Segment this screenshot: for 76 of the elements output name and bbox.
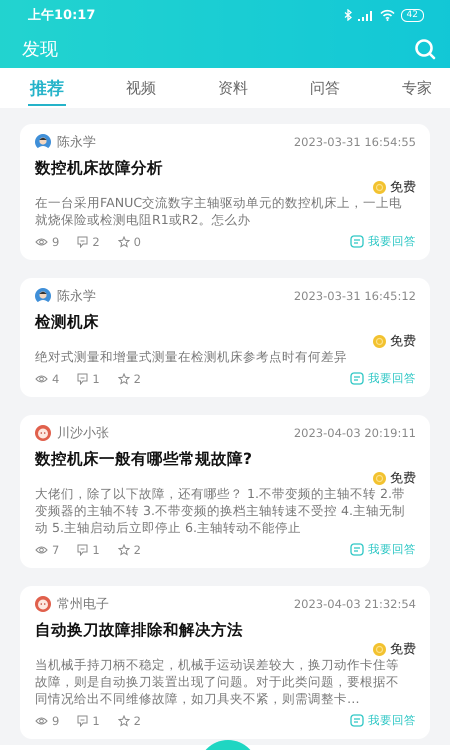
post-title: 数控机床故障分析 xyxy=(35,158,164,179)
post-description: 当机械手持刀柄不稳定，机械手运动误差较大，换刀动作卡住等故障，则是自动换刀装置出现了问题。对于此类问题，要根据不同情况给出不同维修故障，如刀具夹不紧，则需调整卡… xyxy=(35,656,400,707)
coin-icon xyxy=(373,642,386,656)
stat-count: 9 xyxy=(52,234,60,248)
answer-label: 我要回答 xyxy=(368,713,416,728)
comment-icon xyxy=(77,544,88,556)
avatar-icon xyxy=(35,596,51,612)
answer-label: 我要回答 xyxy=(368,234,416,249)
star-icon xyxy=(118,236,130,248)
comment-icon xyxy=(77,714,88,726)
status-time: 上午10:17 xyxy=(28,7,96,24)
stat-count: 9 xyxy=(52,714,60,728)
stat-count: 4 xyxy=(52,372,60,386)
post-title: 检测机床 xyxy=(35,312,100,333)
post-description: 大佬们，除了以下故障，还有哪些？ 1.不带变频的主轴不转 2.带变频器的主轴不转 3.不带变频的换档主轴转速不受控 4.主轴无制动 5.主轴启动后立即停止 6.主轴转动不能停止 xyxy=(35,485,406,536)
eye-icon xyxy=(35,374,48,384)
author-name: 陈永学 xyxy=(57,288,96,305)
comment-icon xyxy=(77,236,88,248)
post-time: 2023-04-03 20:19:11 xyxy=(294,426,416,440)
post-time: 2023-03-31 16:54:55 xyxy=(294,135,416,149)
coin-icon xyxy=(373,334,386,348)
author-name: 陈永学 xyxy=(57,134,96,151)
coin-icon xyxy=(373,472,386,484)
post-title: 数控机床一般有哪些常规故障? xyxy=(35,449,253,470)
battery-level: 42 xyxy=(400,8,424,22)
bluetooth-icon xyxy=(344,9,352,21)
eye-icon xyxy=(35,544,48,554)
price-label: 免费 xyxy=(390,333,416,350)
category-tab[interactable]: 专家 xyxy=(400,72,434,104)
category-tab[interactable]: 视频 xyxy=(124,72,158,104)
stat-count: 1 xyxy=(92,542,100,556)
price-label: 免费 xyxy=(390,179,416,196)
post-time: 2023-03-31 16:45:12 xyxy=(294,289,416,303)
page-title: 发现 xyxy=(22,38,58,61)
post-description: 在一台采用FANUC交流数字主轴驱动单元的数控机床上，一上电就烧保险或检测电阻R1或R2。怎么办 xyxy=(35,194,404,228)
avatar-icon xyxy=(35,288,51,304)
price-label: 免费 xyxy=(390,470,416,487)
answer-label: 我要回答 xyxy=(368,542,416,557)
stat-count: 1 xyxy=(92,714,100,728)
star-icon xyxy=(118,714,130,726)
post-card[interactable]: 川沙小张 2023-04-03 20:19:11 数控机床一般有哪些常规故障? 免费 大佬们，除了以下故障，还有哪些？ 1.不带变频的主轴不转 2.带变频器的主轴不转 3.不带变频的换档主轴转速不受控 4.主轴无制动 5.主轴启动后立即停止 6.主轴转动不能停止 7 1 2 我要回答 xyxy=(20,415,430,568)
price-label: 免费 xyxy=(390,641,416,658)
answer-icon xyxy=(350,714,364,727)
stat-count: 2 xyxy=(134,714,141,728)
stat-count: 2 xyxy=(134,542,141,556)
answer-icon xyxy=(350,372,364,385)
star-icon xyxy=(118,372,130,384)
stat-count: 0 xyxy=(134,234,141,248)
comment-icon xyxy=(77,372,88,384)
eye-icon xyxy=(35,716,48,726)
avatar-icon xyxy=(35,134,51,150)
category-tab[interactable]: 问答 xyxy=(308,72,342,104)
author-name: 常州电子 xyxy=(57,596,109,613)
answer-icon xyxy=(350,543,364,556)
post-card[interactable]: 陈永学 2023-03-31 16:45:12 检测机床 免费 绝对式测量和增量式测量在检测机床参考点时有何差异 4 1 2 我要回答 xyxy=(20,278,430,397)
coin-icon xyxy=(373,180,386,194)
answer-icon xyxy=(350,235,364,248)
star-icon xyxy=(118,544,130,556)
signal-icon xyxy=(358,10,374,20)
author-name: 川沙小张 xyxy=(57,425,109,442)
post-time: 2023-04-03 21:32:54 xyxy=(294,597,416,611)
eye-icon xyxy=(35,236,48,246)
search-icon xyxy=(414,38,436,60)
wifi-icon xyxy=(380,9,395,21)
post-card[interactable]: 常州电子 2023-04-03 21:32:54 自动换刀故障排除和解决方法 免费 当机械手持刀柄不稳定，机械手运动误差较大，换刀动作卡住等故障，则是自动换刀装置出现了问题。对于此类问题，要根据不同情况给出不同维修故障，如刀具夹不紧，则需调整卡… 9 1 2 我要回答 xyxy=(20,586,430,739)
stat-count: 1 xyxy=(92,372,100,386)
stat-count: 2 xyxy=(134,372,141,386)
category-tab[interactable]: 资料 xyxy=(216,72,250,104)
answer-label: 我要回答 xyxy=(368,371,416,386)
stat-count: 2 xyxy=(92,234,100,248)
avatar-icon xyxy=(35,425,51,441)
post-card[interactable]: 陈永学 2023-03-31 16:54:55 数控机床故障分析 免费 在一台采用FANUC交流数字主轴驱动单元的数控机床上，一上电就烧保险或检测电阻R1或R2。怎么办 9 2 0 我要回答 xyxy=(20,124,430,260)
search-button[interactable] xyxy=(414,38,436,60)
post-title: 自动换刀故障排除和解决方法 xyxy=(35,620,244,641)
stat-count: 7 xyxy=(52,542,60,556)
post-description: 绝对式测量和增量式测量在检测机床参考点时有何差异 xyxy=(35,348,348,365)
